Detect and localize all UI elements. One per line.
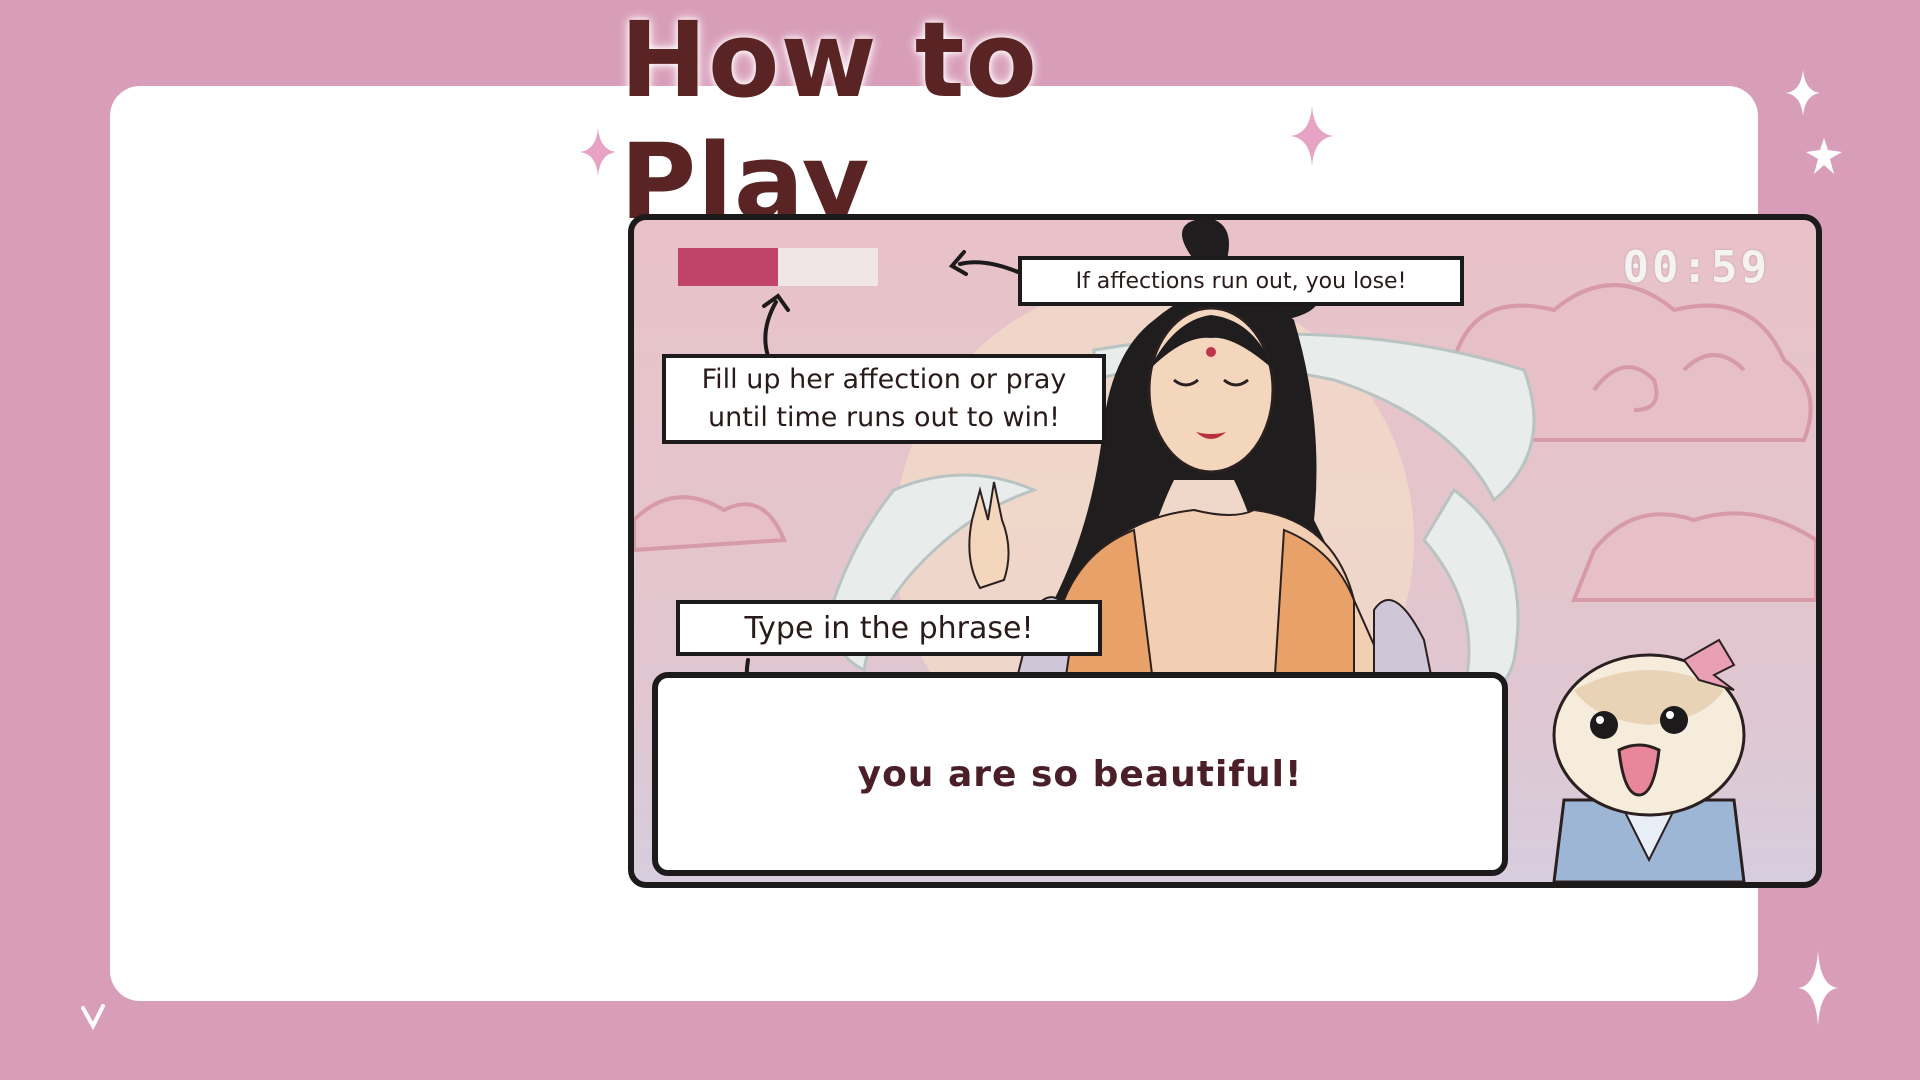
callout-win-line-1: Fill up her affection or pray (701, 364, 1067, 396)
arrow-icon (762, 293, 790, 358)
callout-type-phrase: Type in the phrase! (676, 600, 1102, 656)
sparkle-icon (1290, 106, 1334, 166)
sparkle-icon (1798, 950, 1838, 1026)
sparkle-icon (1786, 70, 1820, 116)
sparkle-icon (80, 1004, 106, 1030)
affection-meter (678, 248, 878, 286)
callout-win-condition: Fill up her affection or pray until time… (662, 354, 1106, 444)
sparkle-icon (1806, 138, 1842, 174)
hamster-mascot (1552, 638, 1746, 882)
game-preview: 00:59 If affections run out, you lose! F… (628, 214, 1822, 888)
callout-lose-condition: If affections run out, you lose! (1018, 256, 1464, 306)
phrase-text: you are so beautiful! (857, 753, 1303, 795)
callout-win-line-2: until time runs out to win! (708, 402, 1060, 433)
page-title: How to Play (620, 0, 1038, 243)
arrow-icon (948, 250, 1020, 276)
affection-meter-fill (678, 248, 778, 286)
dialogue-box: you are so beautiful! (652, 672, 1508, 876)
sparkle-icon (580, 128, 616, 176)
countdown-timer: 00:59 (1622, 242, 1770, 293)
